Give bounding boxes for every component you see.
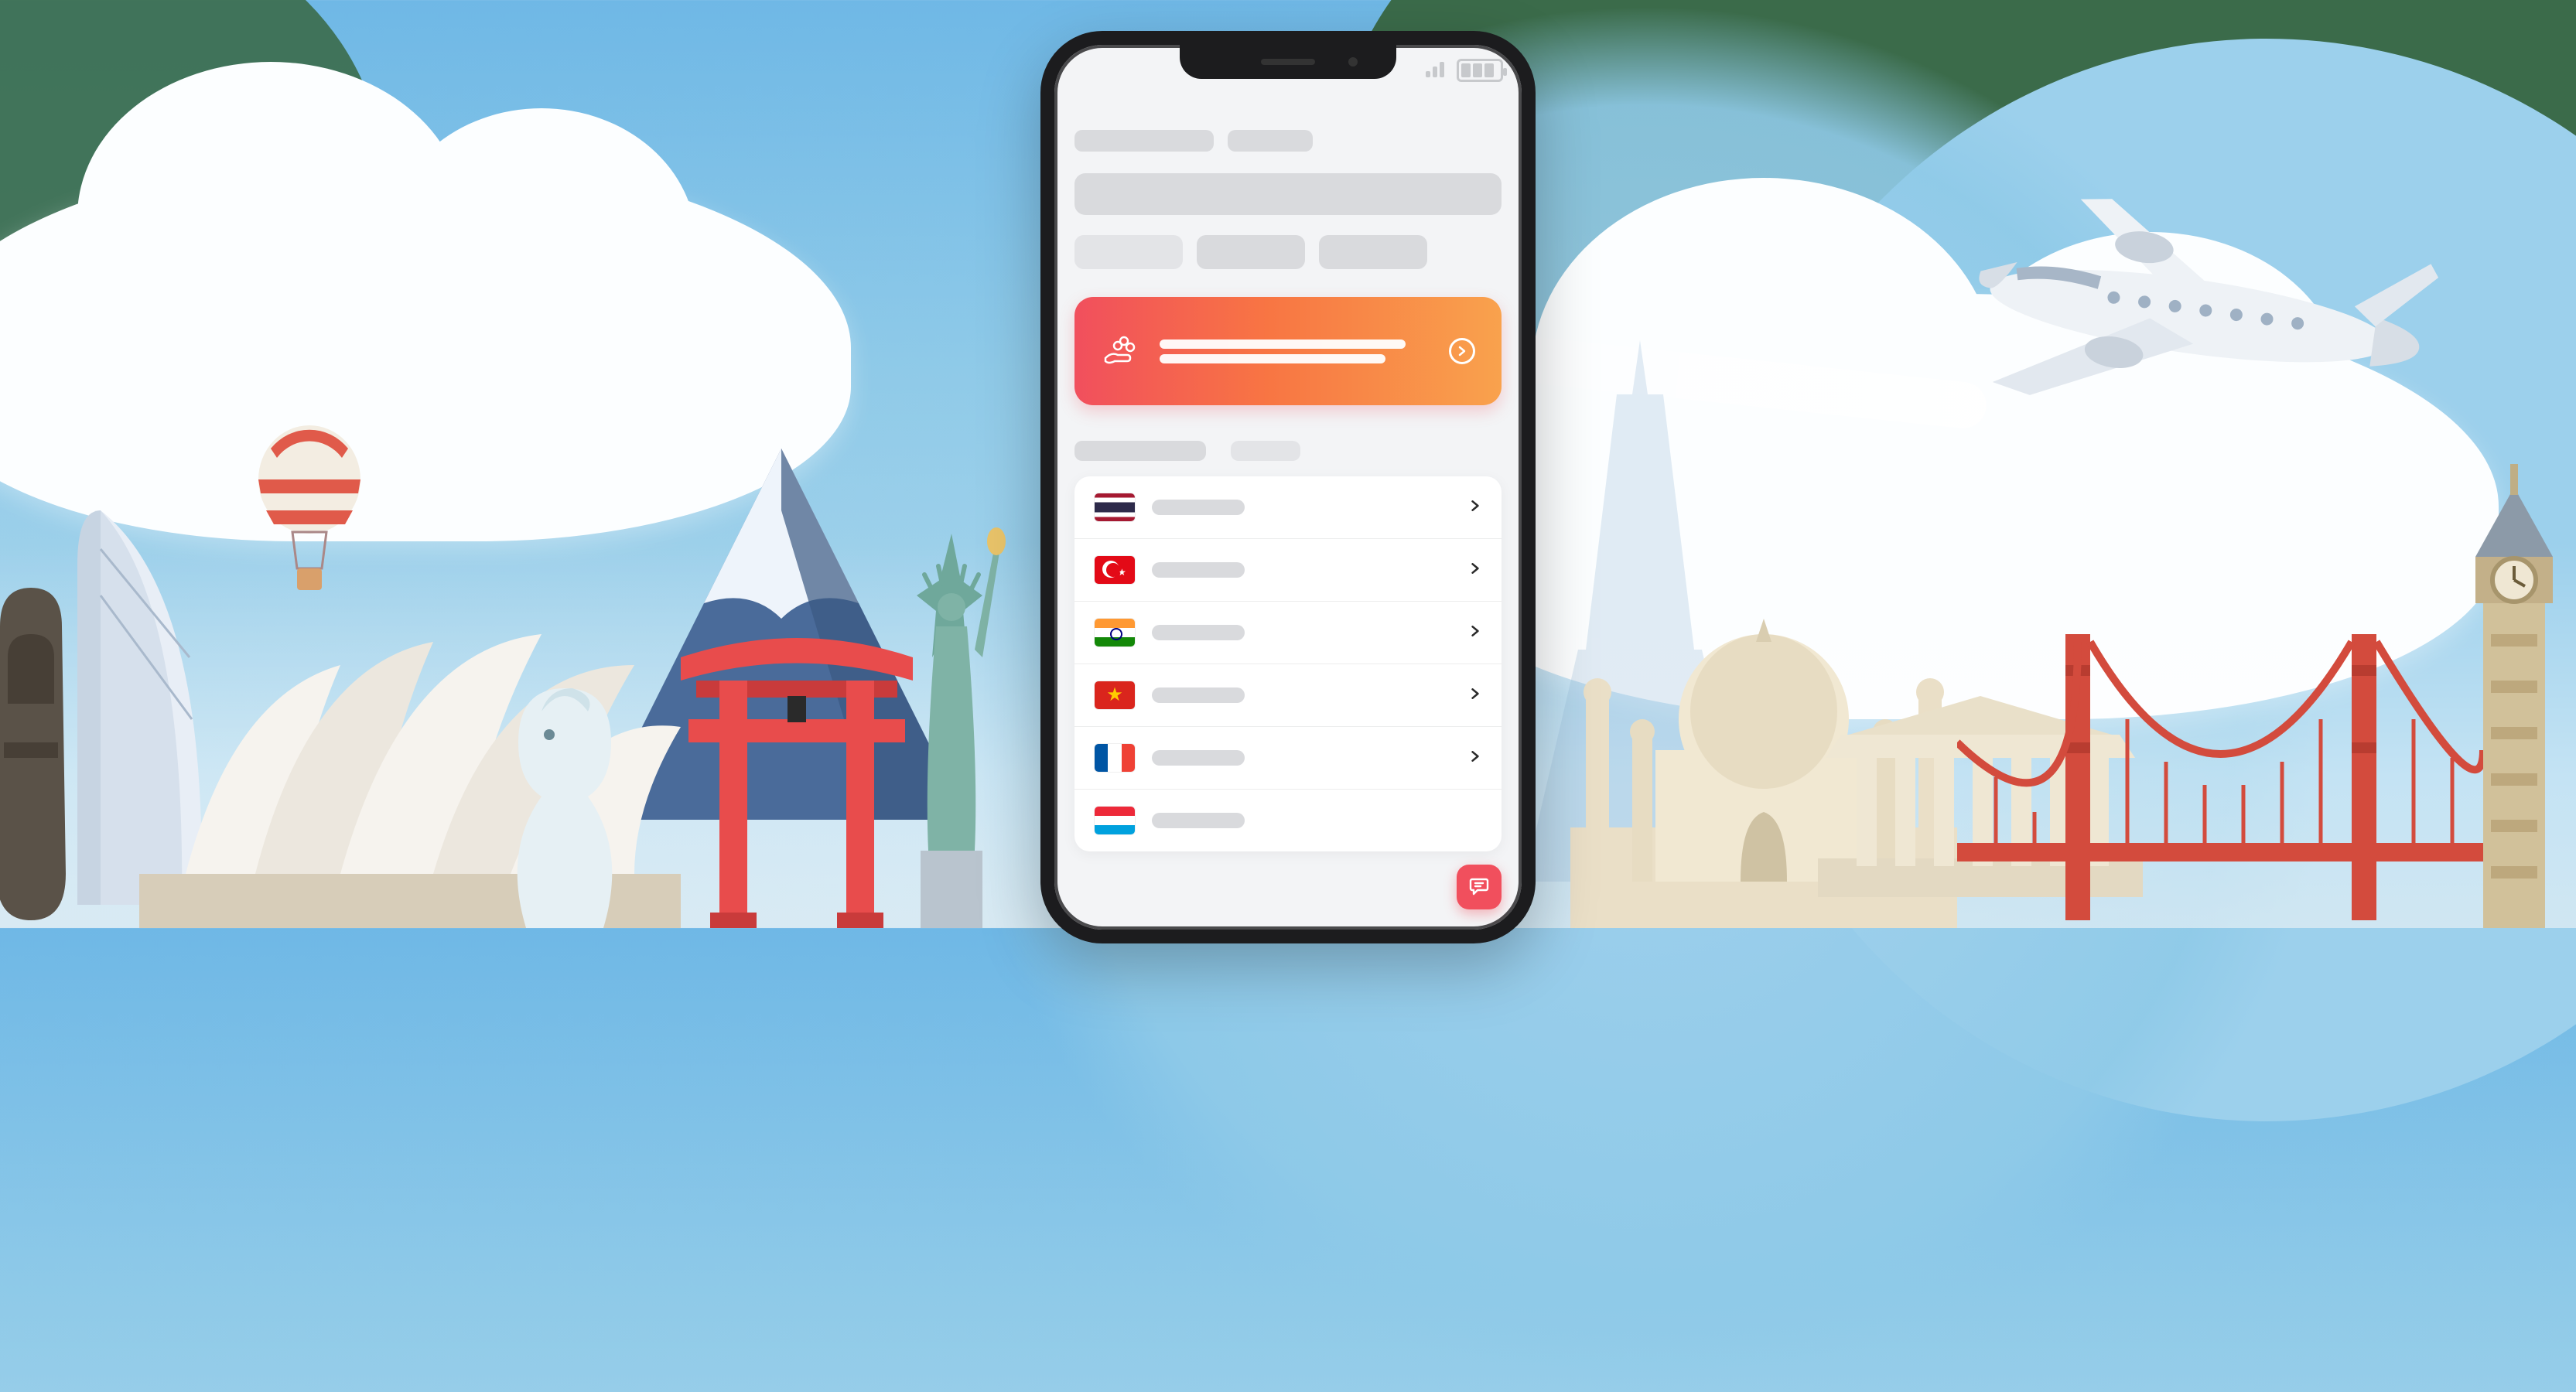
chevron-right-icon bbox=[1469, 562, 1481, 578]
list-item-label bbox=[1152, 750, 1245, 766]
phone-notch bbox=[1180, 45, 1396, 79]
chevron-right-icon bbox=[1449, 338, 1475, 364]
status-battery-icon bbox=[1457, 59, 1503, 82]
section-header bbox=[1074, 441, 1502, 461]
list-item[interactable] bbox=[1074, 602, 1502, 664]
country-list: ★ bbox=[1074, 476, 1502, 851]
list-item-label bbox=[1152, 687, 1245, 703]
landmark-big-ben bbox=[2437, 433, 2576, 928]
promo-banner[interactable] bbox=[1074, 297, 1502, 405]
skeleton-line bbox=[1228, 130, 1313, 152]
hand-coins-icon bbox=[1101, 330, 1139, 373]
chevron-right-icon bbox=[1469, 687, 1481, 704]
flag-icon: ★ bbox=[1095, 556, 1135, 584]
list-item[interactable]: ★ bbox=[1074, 539, 1502, 602]
flag-icon bbox=[1095, 807, 1135, 834]
list-item-label bbox=[1152, 813, 1245, 828]
chip[interactable] bbox=[1197, 235, 1305, 269]
search-input[interactable] bbox=[1074, 173, 1502, 215]
app-screen: ★ bbox=[1054, 99, 1522, 930]
chevron-right-icon bbox=[1469, 750, 1481, 766]
list-item[interactable] bbox=[1074, 476, 1502, 539]
flag-icon bbox=[1095, 493, 1135, 521]
skeleton-line bbox=[1074, 441, 1206, 461]
list-item-label bbox=[1152, 500, 1245, 515]
landmark-statue-of-liberty bbox=[890, 495, 1013, 928]
flag-icon bbox=[1095, 744, 1135, 772]
page-title bbox=[1074, 130, 1502, 152]
chat-fab[interactable] bbox=[1457, 865, 1502, 909]
status-signal-icon bbox=[1426, 60, 1444, 77]
landmark-merlion bbox=[495, 657, 634, 928]
chip[interactable] bbox=[1074, 235, 1183, 269]
hot-air-balloon bbox=[255, 425, 364, 626]
list-item[interactable] bbox=[1074, 664, 1502, 727]
flag-icon bbox=[1095, 619, 1135, 647]
landmark-golden-gate-bridge bbox=[1957, 588, 2483, 928]
landmark-torii-gate bbox=[673, 603, 921, 928]
list-item[interactable] bbox=[1074, 727, 1502, 790]
phone-mockup: ★ bbox=[1040, 31, 1536, 943]
skeleton-line bbox=[1074, 130, 1214, 152]
list-item[interactable] bbox=[1074, 790, 1502, 851]
chip[interactable] bbox=[1319, 235, 1427, 269]
list-item-label bbox=[1152, 625, 1245, 640]
promo-text bbox=[1160, 334, 1449, 369]
skeleton-line bbox=[1231, 441, 1300, 461]
chat-icon bbox=[1468, 875, 1490, 900]
filter-chips bbox=[1074, 235, 1502, 269]
chevron-right-icon bbox=[1469, 625, 1481, 641]
list-item-label bbox=[1152, 562, 1245, 578]
chevron-right-icon bbox=[1469, 500, 1481, 516]
flag-icon bbox=[1095, 681, 1135, 709]
